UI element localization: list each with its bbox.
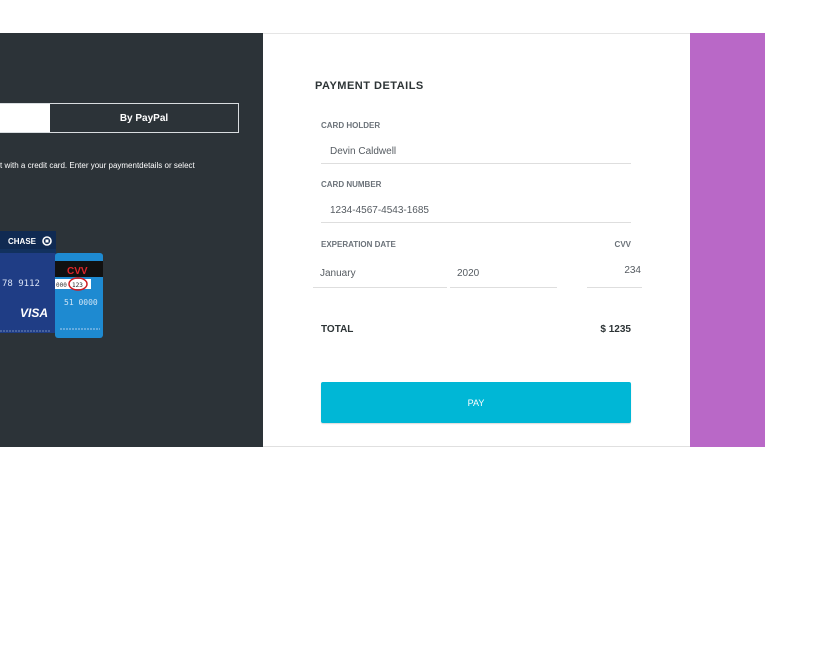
card-stripe-digits: 000: [56, 282, 67, 289]
card-back-brand: CHASE: [8, 237, 37, 246]
card-number-label: CARD NUMBER: [321, 180, 382, 189]
cvv-code: 123: [72, 282, 83, 289]
card-front-number: 78 9112: [2, 279, 40, 289]
total-amount: $ 1235: [600, 324, 631, 335]
pay-button[interactable]: PAY: [321, 382, 631, 423]
month-underline: [313, 287, 447, 288]
payment-method-panel: By PayPal t with a credit card. Enter yo…: [0, 33, 263, 447]
cvv-underline: [587, 287, 642, 288]
card-number-tail: 51 0000: [64, 298, 98, 307]
credit-cards-illustration: CHASE 78 9112 VISA CVV 000 123 51 0000: [0, 231, 103, 338]
card-holder-underline: [321, 163, 631, 164]
tab-paypal[interactable]: By PayPal: [50, 104, 238, 132]
tab-credit-card[interactable]: [0, 104, 50, 132]
cvv-label: CVV: [614, 240, 631, 249]
accent-panel: [690, 33, 765, 447]
page-title: PAYMENT DETAILS: [315, 80, 424, 92]
cvv-label-red: CVV: [67, 266, 88, 277]
total-label: TOTAL: [321, 324, 354, 335]
expiration-month-select[interactable]: January: [320, 268, 356, 279]
payment-method-tabs: By PayPal: [0, 103, 239, 133]
cvv-input[interactable]: 234: [593, 265, 641, 276]
payment-details-form: PAYMENT DETAILS CARD HOLDER Devin Caldwe…: [263, 33, 690, 447]
card-cvv: CVV 000 123 51 0000: [55, 253, 103, 338]
payment-method-description: t with a credit card. Enter your payment…: [0, 161, 195, 170]
checkout-page: By PayPal t with a credit card. Enter yo…: [0, 0, 830, 658]
card-number-underline: [321, 222, 631, 223]
card-number-input[interactable]: 1234-4567-4543-1685: [330, 205, 429, 216]
card-holder-input[interactable]: Devin Caldwell: [330, 146, 396, 157]
visa-logo: VISA: [20, 306, 48, 320]
year-underline: [450, 287, 557, 288]
expiration-date-label: EXPERATION DATE: [321, 240, 396, 249]
card-holder-label: CARD HOLDER: [321, 121, 381, 130]
expiration-year-select[interactable]: 2020: [457, 268, 479, 279]
card-visa: 78 9112 VISA: [0, 253, 57, 333]
